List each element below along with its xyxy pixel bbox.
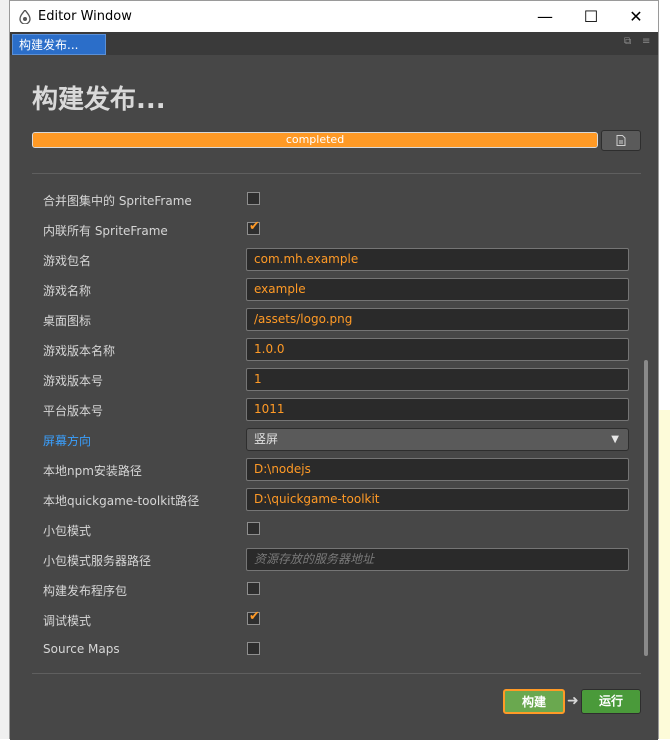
field-row: 内联所有 SpriteFrame ✔ bbox=[10, 214, 658, 244]
checkmark-icon: ✔ bbox=[249, 609, 260, 624]
text-input[interactable]: 1 bbox=[246, 368, 629, 391]
progress-bar: completed bbox=[32, 132, 598, 148]
divider bbox=[32, 173, 641, 174]
field-label: 游戏版本号 bbox=[43, 374, 104, 388]
field-label: 小包模式服务器路径 bbox=[43, 554, 152, 568]
field-label: 游戏包名 bbox=[43, 254, 92, 268]
field-label: 内联所有 SpriteFrame bbox=[43, 224, 168, 238]
text-input[interactable]: com.mh.example bbox=[246, 248, 629, 271]
text-input[interactable]: 1.0.0 bbox=[246, 338, 629, 361]
input-value: com.mh.example bbox=[254, 252, 359, 266]
field-label[interactable]: 屏幕方向 bbox=[43, 432, 91, 449]
progress-label: completed bbox=[285, 133, 345, 146]
input-value: example bbox=[254, 282, 306, 296]
field-row: 游戏版本名称 1.0.0 bbox=[10, 334, 658, 364]
divider bbox=[32, 673, 641, 674]
field-label: 调试模式 bbox=[43, 614, 92, 628]
input-placeholder: 资源存放的服务器地址 bbox=[254, 552, 375, 566]
field-row: 屏幕方向 竖屏 ▼ bbox=[10, 424, 658, 454]
field-row: 游戏版本号 1 bbox=[10, 364, 658, 394]
background-app bbox=[0, 0, 9, 739]
field-row: 游戏名称 example bbox=[10, 274, 658, 304]
field-row: 构建发布程序包 bbox=[10, 574, 658, 604]
app-logo-icon bbox=[19, 10, 31, 24]
field-label: 本地npm安装路径 bbox=[43, 464, 142, 478]
field-row: Source Maps bbox=[10, 634, 658, 662]
checkbox[interactable]: ✔ bbox=[247, 609, 260, 625]
dropdown-arrow-icon: ▼ bbox=[611, 434, 619, 445]
input-value: D:\quickgame-toolkit bbox=[254, 492, 380, 506]
input-value: 1011 bbox=[254, 402, 285, 416]
field-label: Source Maps bbox=[43, 642, 120, 656]
window-title: Editor Window bbox=[38, 9, 132, 24]
run-button[interactable]: 运行 bbox=[581, 689, 641, 714]
orientation-select[interactable]: 竖屏 ▼ bbox=[246, 428, 629, 451]
field-label: 本地quickgame-toolkit路径 bbox=[43, 494, 200, 508]
arrow-right-icon: ➜ bbox=[567, 693, 579, 709]
tab-build-publish[interactable]: 构建发布... bbox=[12, 34, 106, 55]
checkmark-icon: ✔ bbox=[249, 219, 260, 234]
field-label: 构建发布程序包 bbox=[43, 584, 128, 598]
text-input[interactable]: 资源存放的服务器地址 bbox=[246, 548, 629, 571]
field-label: 桌面图标 bbox=[43, 314, 92, 328]
open-folder-button[interactable] bbox=[601, 130, 641, 151]
field-row: 本地npm安装路径 D:\nodejs bbox=[10, 454, 658, 484]
build-button[interactable]: 构建 bbox=[503, 689, 565, 714]
text-input[interactable]: example bbox=[246, 278, 629, 301]
scrollbar-thumb[interactable] bbox=[644, 360, 648, 656]
field-row: 小包模式 bbox=[10, 514, 658, 544]
build-settings-form: 合并图集中的 SpriteFrame 内联所有 SpriteFrame ✔ 游戏包名 c… bbox=[10, 182, 658, 662]
text-input[interactable]: D:\quickgame-toolkit bbox=[246, 488, 629, 511]
input-value: 1.0.0 bbox=[254, 342, 285, 356]
tab-tools: ⧉ ≡ bbox=[624, 37, 652, 47]
checkbox[interactable] bbox=[247, 522, 260, 535]
editor-window: Editor Window — ☐ ✕ 构建发布... ⧉ ≡ 构建发布... … bbox=[9, 0, 659, 740]
build-panel: 构建发布... completed 合并图集中的 SpriteFrame 内联所有… bbox=[10, 55, 658, 740]
text-input[interactable]: 1011 bbox=[246, 398, 629, 421]
text-input[interactable]: D:\nodejs bbox=[246, 458, 629, 481]
checkbox[interactable] bbox=[247, 582, 260, 595]
field-row: 小包模式服务器路径 资源存放的服务器地址 bbox=[10, 544, 658, 574]
input-value: D:\nodejs bbox=[254, 462, 311, 476]
tab-strip: 构建发布... ⧉ ≡ bbox=[10, 32, 658, 55]
field-row: 平台版本号 1011 bbox=[10, 394, 658, 424]
field-label: 合并图集中的 SpriteFrame bbox=[43, 194, 192, 208]
maximize-button[interactable]: ☐ bbox=[568, 1, 614, 32]
file-icon bbox=[616, 135, 626, 146]
field-row: 游戏包名 com.mh.example bbox=[10, 244, 658, 274]
field-row: 合并图集中的 SpriteFrame bbox=[10, 184, 658, 214]
field-row: 本地quickgame-toolkit路径 D:\quickgame-toolki… bbox=[10, 484, 658, 514]
field-row: 调试模式 ✔ bbox=[10, 604, 658, 634]
minimize-button[interactable]: — bbox=[522, 1, 568, 32]
checkbox[interactable] bbox=[247, 192, 260, 205]
title-bar: Editor Window — ☐ ✕ bbox=[10, 1, 658, 32]
checkbox[interactable]: ✔ bbox=[247, 219, 260, 235]
popout-icon[interactable]: ⧉ bbox=[624, 37, 634, 47]
close-button[interactable]: ✕ bbox=[613, 1, 659, 32]
field-label: 游戏名称 bbox=[43, 284, 92, 298]
page-title: 构建发布... bbox=[32, 85, 166, 115]
field-label: 平台版本号 bbox=[43, 404, 104, 418]
field-label: 小包模式 bbox=[43, 524, 92, 538]
field-row: 桌面图标/assets/logo.png bbox=[10, 304, 658, 334]
input-value: 1 bbox=[254, 372, 262, 386]
select-value: 竖屏 bbox=[254, 432, 279, 446]
field-label: 游戏版本名称 bbox=[43, 344, 116, 358]
checkbox[interactable] bbox=[247, 642, 260, 655]
text-input[interactable]: /assets/logo.png bbox=[246, 308, 629, 331]
menu-icon[interactable]: ≡ bbox=[642, 37, 652, 47]
input-value: /assets/logo.png bbox=[254, 312, 353, 326]
